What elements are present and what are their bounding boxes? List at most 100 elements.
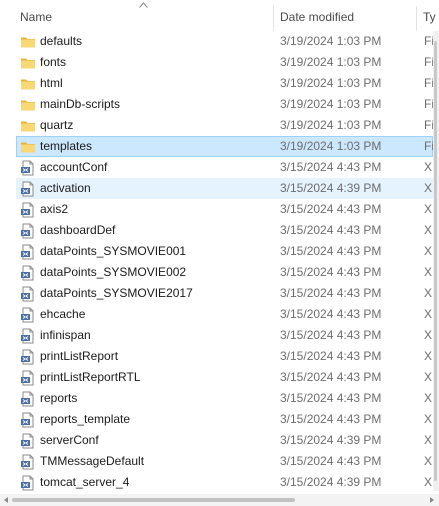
file-name: tomcat_server_4: [40, 475, 130, 489]
file-row[interactable]: html 3/19/2024 1:03 PM Fi: [0, 73, 434, 94]
xml-file-icon: [20, 181, 36, 197]
column-header-date-modified[interactable]: Date modified: [280, 0, 415, 31]
file-date-modified: 3/15/2024 4:43 PM: [280, 202, 382, 216]
file-date-modified: 3/19/2024 1:03 PM: [280, 139, 382, 153]
file-name: TMMessageDefault: [40, 454, 145, 468]
file-name: templates: [40, 139, 93, 153]
file-row[interactable]: dataPoints_SYSMOVIE001 3/15/2024 4:43 PM X…: [0, 241, 435, 262]
file-row[interactable]: quartz 3/19/2024 1:03 PM Fi: [0, 115, 434, 136]
column-divider[interactable]: [416, 6, 417, 31]
xml-file-icon: [20, 454, 36, 470]
file-date-modified: 3/19/2024 1:03 PM: [280, 34, 382, 48]
file-row[interactable]: fonts 3/19/2024 1:03 PM Fi: [0, 52, 434, 73]
file-row[interactable]: dashboardDef 3/15/2024 4:43 PM XI: [0, 220, 435, 241]
file-date-modified: 3/15/2024 4:39 PM: [280, 475, 382, 489]
file-name: printListReport: [40, 349, 119, 363]
file-row[interactable]: dataPoints_SYSMOVIE2017 3/15/2024 4:43 PM…: [0, 283, 435, 304]
file-date-modified: 3/15/2024 4:39 PM: [280, 181, 382, 195]
xml-file-icon: [20, 433, 36, 449]
xml-file-icon: [20, 349, 36, 365]
file-date-modified: 3/15/2024 4:43 PM: [280, 223, 382, 237]
file-name: reports_template: [40, 412, 131, 426]
file-row[interactable]: mainDb-scripts 3/19/2024 1:03 PM Fi: [0, 94, 434, 115]
horizontal-scrollbar-thumb[interactable]: [12, 498, 295, 502]
folder-icon: [20, 97, 36, 113]
folder-icon: [20, 139, 36, 155]
file-row[interactable]: serverConf 3/15/2024 4:39 PM XI: [0, 430, 435, 451]
file-name: ehcache: [40, 307, 86, 321]
file-date-modified: 3/15/2024 4:43 PM: [280, 265, 382, 279]
scroll-left-arrow-icon[interactable]: [4, 497, 8, 503]
file-row[interactable]: dataPoints_SYSMOVIE002 3/15/2024 4:43 PM X…: [0, 262, 435, 283]
file-date-modified: 3/15/2024 4:43 PM: [280, 286, 382, 300]
file-date-modified: 3/15/2024 4:43 PM: [280, 454, 382, 468]
file-row[interactable]: reports_template 3/15/2024 4:43 PM XI: [0, 409, 435, 430]
file-name: infinispan: [40, 328, 91, 342]
file-date-modified: 3/15/2024 4:43 PM: [280, 328, 382, 342]
column-header-name[interactable]: Name: [20, 0, 270, 31]
file-row[interactable]: accountConf 3/15/2024 4:43 PM XI: [0, 157, 435, 178]
file-date-modified: 3/19/2024 1:03 PM: [280, 55, 382, 69]
file-date-modified: 3/19/2024 1:03 PM: [280, 76, 382, 90]
file-name: axis2: [40, 202, 69, 216]
xml-file-icon: [20, 202, 36, 218]
file-name: dataPoints_SYSMOVIE2017: [40, 286, 193, 300]
horizontal-scrollbar[interactable]: [0, 494, 439, 506]
file-row[interactable]: defaults 3/19/2024 1:03 PM Fi: [0, 31, 434, 52]
file-name: dashboardDef: [40, 223, 116, 237]
file-row[interactable]: axis2 3/15/2024 4:43 PM XI: [0, 199, 435, 220]
file-date-modified: 3/19/2024 1:03 PM: [280, 118, 382, 132]
file-name: reports: [40, 391, 78, 405]
xml-file-icon: [20, 286, 36, 302]
file-name: dataPoints_SYSMOVIE002: [40, 265, 187, 279]
file-name: fonts: [40, 55, 67, 69]
xml-file-icon: [20, 328, 36, 344]
file-name: mainDb-scripts: [40, 97, 121, 111]
file-name: quartz: [40, 118, 74, 132]
file-row[interactable]: ehcache 3/15/2024 4:43 PM XI: [0, 304, 435, 325]
vertical-scrollbar[interactable]: [433, 31, 439, 491]
xml-file-icon: [20, 265, 36, 281]
file-date-modified: 3/19/2024 1:03 PM: [280, 97, 382, 111]
column-header-bar: Name Date modified Ty: [0, 0, 439, 31]
file-row[interactable]: reports 3/15/2024 4:43 PM XI: [0, 388, 435, 409]
folder-icon: [20, 55, 36, 71]
file-row[interactable]: printListReportRTL 3/15/2024 4:43 PM XI: [0, 367, 435, 388]
file-date-modified: 3/15/2024 4:39 PM: [280, 433, 382, 447]
file-row[interactable]: tomcat_server_4 3/15/2024 4:39 PM XI: [0, 472, 435, 493]
file-date-modified: 3/15/2024 4:43 PM: [280, 160, 382, 174]
file-row[interactable]: printListReport 3/15/2024 4:43 PM XI: [0, 346, 435, 367]
file-name: printListReportRTL: [40, 370, 141, 384]
vertical-scrollbar-thumb[interactable]: [434, 41, 437, 481]
xml-file-icon: [20, 307, 36, 323]
file-row[interactable]: TMMessageDefault 3/15/2024 4:43 PM XI: [0, 451, 435, 472]
xml-file-icon: [20, 475, 36, 491]
xml-file-icon: [20, 244, 36, 260]
file-row[interactable]: infinispan 3/15/2024 4:43 PM XI: [0, 325, 435, 346]
file-row[interactable]: templates 3/19/2024 1:03 PM Fi: [16, 136, 434, 157]
column-header-type[interactable]: Ty: [423, 0, 439, 31]
folder-icon: [20, 118, 36, 134]
xml-file-icon: [20, 223, 36, 239]
file-name: defaults: [40, 34, 83, 48]
folder-icon: [20, 76, 36, 92]
file-date-modified: 3/15/2024 4:43 PM: [280, 370, 382, 384]
file-name: activation: [40, 181, 91, 195]
file-name: dataPoints_SYSMOVIE001: [40, 244, 187, 258]
column-divider[interactable]: [273, 6, 274, 31]
file-date-modified: 3/15/2024 4:43 PM: [280, 412, 382, 426]
file-name: html: [40, 76, 63, 90]
xml-file-icon: [20, 391, 36, 407]
file-date-modified: 3/15/2024 4:43 PM: [280, 391, 382, 405]
file-date-modified: 3/15/2024 4:43 PM: [280, 307, 382, 321]
scroll-right-arrow-icon[interactable]: [430, 497, 434, 503]
xml-file-icon: [20, 412, 36, 428]
file-name: serverConf: [40, 433, 99, 447]
xml-file-icon: [20, 370, 36, 386]
file-row[interactable]: activation 3/15/2024 4:39 PM XI: [16, 178, 435, 199]
file-date-modified: 3/15/2024 4:43 PM: [280, 349, 382, 363]
file-date-modified: 3/15/2024 4:43 PM: [280, 244, 382, 258]
folder-icon: [20, 34, 36, 50]
file-name: accountConf: [40, 160, 108, 174]
xml-file-icon: [20, 160, 36, 176]
